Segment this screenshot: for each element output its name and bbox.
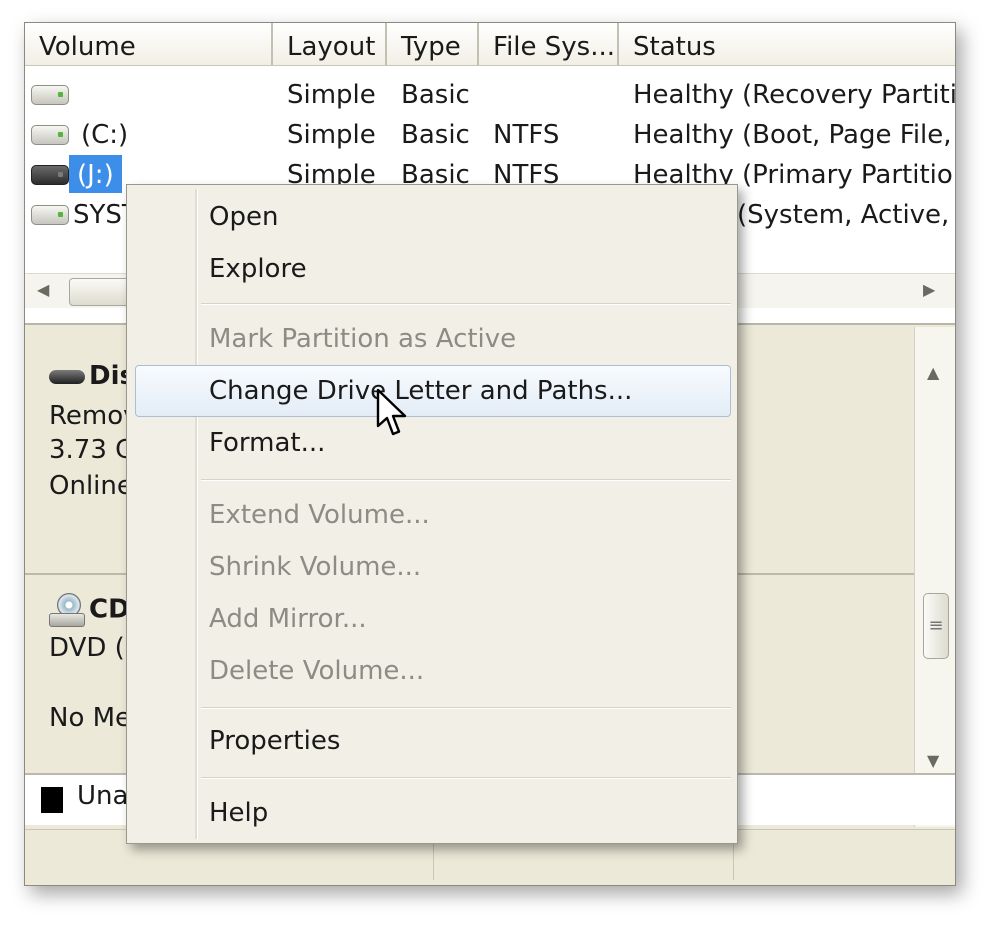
- volume-file-system: NTFS: [493, 120, 560, 150]
- drive-icon: [31, 85, 69, 105]
- unallocated-swatch: [41, 787, 63, 813]
- disk-status-label: Online: [49, 471, 133, 501]
- menu-item-format[interactable]: Format...: [209, 419, 325, 467]
- menu-item-explore[interactable]: Explore: [209, 245, 307, 293]
- hard-disk-icon: [49, 369, 85, 384]
- volume-row[interactable]: (C:) Simple Basic NTFS Healthy (Boot, Pa…: [25, 113, 955, 153]
- scroll-right-icon[interactable]: ▶: [923, 280, 935, 299]
- menu-item-add-mirror: Add Mirror...: [209, 604, 367, 634]
- menu-item-help[interactable]: Help: [209, 789, 268, 837]
- volume-name-selected: (J:): [69, 155, 122, 193]
- menu-separator: [201, 777, 731, 779]
- menu-item-shrink-volume: Shrink Volume...: [209, 552, 422, 582]
- volume-name: (J:): [69, 153, 122, 193]
- menu-item-properties[interactable]: Properties: [209, 717, 340, 765]
- menu-separator: [201, 303, 731, 305]
- cd-rom-icon: [49, 593, 85, 627]
- column-header-volume[interactable]: Volume: [25, 23, 273, 65]
- drive-icon: [31, 125, 69, 145]
- column-header-layout[interactable]: Layout: [273, 23, 387, 65]
- mouse-pointer-icon: [376, 388, 407, 436]
- menu-item-mark-partition-active: Mark Partition as Active: [209, 324, 517, 354]
- volume-row[interactable]: Simple Basic Healthy (Recovery Partitic: [25, 73, 955, 113]
- menu-item-extend-volume: Extend Volume...: [209, 500, 430, 530]
- volume-type: Basic: [401, 80, 470, 110]
- removable-drive-icon: [31, 165, 69, 185]
- scroll-up-icon[interactable]: ▲: [927, 363, 939, 382]
- legend-unallocated-label: Una: [77, 781, 129, 811]
- cdrom-status-label: No Me: [49, 703, 132, 733]
- menu-icon-gutter: [195, 189, 198, 839]
- vertical-scrollbar[interactable]: ▲ ≡ ▼: [914, 327, 955, 827]
- menu-item-open[interactable]: Open: [209, 193, 278, 241]
- volume-status: Healthy (Boot, Page File, C: [633, 120, 955, 150]
- cdrom-title-label: CD: [89, 594, 130, 625]
- column-header-type[interactable]: Type: [387, 23, 479, 65]
- menu-separator: [201, 707, 731, 709]
- volume-status: Healthy (Recovery Partitic: [633, 80, 955, 110]
- disk-size-label: 3.73 G: [49, 435, 136, 465]
- menu-item-change-drive-letter[interactable]: Change Drive Letter and Paths...: [209, 367, 632, 415]
- cdrom-title: CD: [49, 593, 130, 627]
- volume-layout: Simple: [287, 120, 376, 150]
- volume-type: Basic: [401, 120, 470, 150]
- drive-icon: [31, 205, 69, 225]
- context-menu: Open Explore Mark Partition as Active Ch…: [126, 184, 738, 844]
- volume-status: (System, Active, F: [737, 200, 955, 230]
- menu-item-delete-volume: Delete Volume...: [209, 656, 425, 686]
- column-header-file-system[interactable]: File Sys...: [479, 23, 619, 65]
- menu-separator: [201, 479, 731, 481]
- volume-layout: Simple: [287, 80, 376, 110]
- column-header-status[interactable]: Status: [619, 23, 955, 65]
- scroll-left-icon[interactable]: ◀: [37, 280, 49, 299]
- vertical-scroll-thumb[interactable]: ≡: [923, 593, 949, 659]
- scroll-down-icon[interactable]: ▼: [927, 751, 939, 770]
- volume-name: (C:): [81, 120, 129, 150]
- column-header-row: Volume Layout Type File Sys... Status: [25, 23, 955, 66]
- disk-title: Dis: [49, 361, 135, 391]
